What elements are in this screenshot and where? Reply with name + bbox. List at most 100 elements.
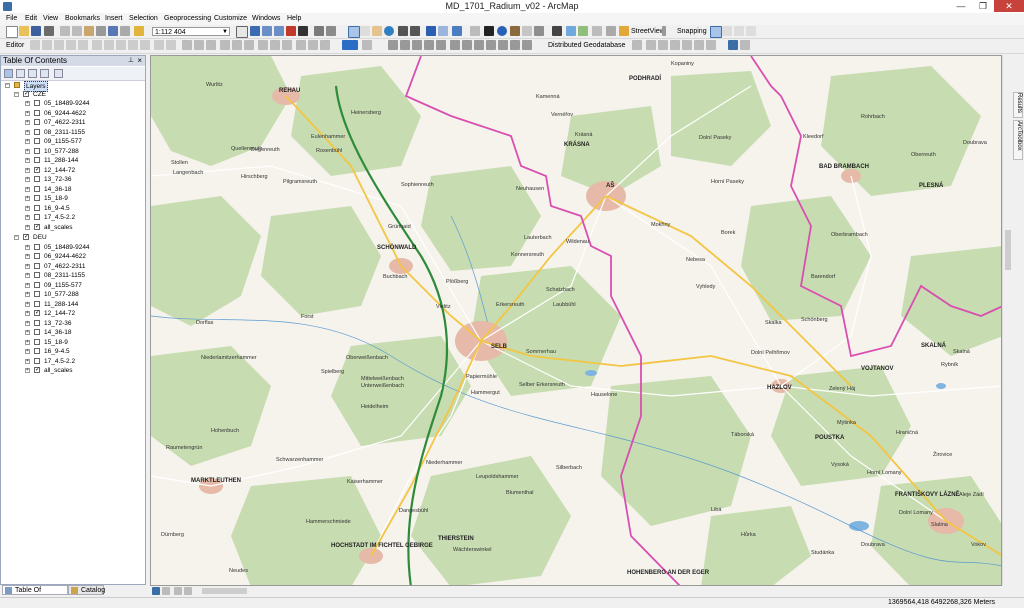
- expand-icon[interactable]: +: [25, 245, 30, 250]
- menu-customize[interactable]: Customize: [214, 15, 247, 22]
- layer-checkbox[interactable]: [34, 157, 40, 163]
- full-extent-globe-icon[interactable]: [384, 26, 394, 36]
- layer-checkbox[interactable]: [34, 176, 40, 182]
- data-view-icon[interactable]: [152, 587, 160, 595]
- add-data-icon[interactable]: [134, 26, 144, 36]
- edge-snapping-icon[interactable]: [746, 26, 756, 36]
- scroll-thumb[interactable]: [202, 588, 247, 594]
- open-folder-icon[interactable]: [19, 26, 29, 36]
- pan-hand-icon[interactable]: [372, 26, 382, 36]
- edit-tool-icon[interactable]: [30, 40, 40, 50]
- expand-icon[interactable]: +: [25, 177, 30, 182]
- pin-icon[interactable]: ⊥: [128, 56, 134, 66]
- cut-polygons-icon[interactable]: [116, 40, 126, 50]
- layer-checkbox[interactable]: [34, 358, 40, 364]
- cut-icon[interactable]: [60, 26, 70, 36]
- menu-edit[interactable]: Edit: [25, 15, 37, 22]
- fixed-zoom-out-icon[interactable]: [410, 26, 420, 36]
- forward-extent-icon[interactable]: [438, 26, 448, 36]
- arctoolbox-icon[interactable]: [286, 26, 296, 36]
- map-vertical-scrollbar[interactable]: [1002, 55, 1013, 586]
- collapse-icon[interactable]: −: [5, 83, 10, 88]
- expand-icon[interactable]: +: [25, 225, 30, 230]
- scroll-thumb[interactable]: [1005, 230, 1011, 270]
- layer-checkbox[interactable]: [34, 195, 40, 201]
- fixed-zoom-icon[interactable]: [326, 26, 336, 36]
- close-icon[interactable]: ×: [137, 56, 142, 66]
- measure-icon[interactable]: [534, 26, 544, 36]
- sketch-properties-icon[interactable]: [166, 40, 176, 50]
- select-features-icon[interactable]: [452, 26, 462, 36]
- layer-checkbox[interactable]: [34, 263, 40, 269]
- find-route-icon[interactable]: [566, 26, 576, 36]
- python-window-icon[interactable]: [298, 26, 308, 36]
- expand-icon[interactable]: +: [25, 168, 30, 173]
- replica-tool-7-icon[interactable]: [706, 40, 716, 50]
- save-icon[interactable]: [31, 26, 41, 36]
- expand-icon[interactable]: +: [25, 111, 30, 116]
- font-color-icon[interactable]: [220, 40, 230, 50]
- refresh-icon[interactable]: [174, 587, 182, 595]
- layer-checkbox[interactable]: [34, 329, 40, 335]
- expand-icon[interactable]: +: [25, 330, 30, 335]
- georef-tool-5-icon[interactable]: [436, 40, 446, 50]
- straight-segment-icon[interactable]: [54, 40, 64, 50]
- expand-icon[interactable]: +: [25, 368, 30, 373]
- editor-dropdown[interactable]: Editor: [6, 41, 24, 50]
- fixed-zoom-in-icon[interactable]: [398, 26, 408, 36]
- expand-icon[interactable]: +: [25, 321, 30, 326]
- tab-catalog[interactable]: Catalog: [68, 585, 105, 595]
- map-view[interactable]: REHAU SCHÖNWALD SELB AŠ KRÁSNA HAZLOV MA…: [150, 55, 1002, 586]
- layer-checkbox[interactable]: [34, 148, 40, 154]
- zoom-out-icon[interactable]: [360, 26, 370, 36]
- layer-checkbox-checked[interactable]: ✓: [34, 224, 40, 230]
- collapse-icon[interactable]: −: [14, 235, 19, 240]
- new-document-icon[interactable]: [6, 26, 18, 38]
- expand-icon[interactable]: +: [25, 120, 30, 125]
- layer-checkbox[interactable]: [34, 291, 40, 297]
- menu-selection[interactable]: Selection: [129, 15, 158, 22]
- georef-tool-9-icon[interactable]: [486, 40, 496, 50]
- map-horizontal-scrollbar[interactable]: [150, 586, 1002, 596]
- expand-icon[interactable]: +: [25, 254, 30, 259]
- replica-tool-3-icon[interactable]: [658, 40, 668, 50]
- create-viewer-icon[interactable]: [606, 26, 616, 36]
- group-checkbox[interactable]: ✓: [23, 91, 29, 97]
- back-extent-icon[interactable]: [426, 26, 436, 36]
- expand-icon[interactable]: +: [25, 302, 30, 307]
- fill-color-icon[interactable]: [232, 40, 242, 50]
- tab-arctoolbox[interactable]: ArcToolbox: [1013, 120, 1023, 160]
- bold-icon[interactable]: [258, 40, 268, 50]
- pause-drawing-icon[interactable]: [184, 587, 192, 595]
- replica-tool-4-icon[interactable]: [670, 40, 680, 50]
- layer-checkbox[interactable]: [34, 244, 40, 250]
- expand-icon[interactable]: +: [25, 139, 30, 144]
- vertex-snapping-icon[interactable]: [734, 26, 744, 36]
- align-left-icon[interactable]: [296, 40, 306, 50]
- georef-tool-7-icon[interactable]: [462, 40, 472, 50]
- expand-icon[interactable]: +: [25, 349, 30, 354]
- georef-tool-2-icon[interactable]: [400, 40, 410, 50]
- expand-icon[interactable]: +: [25, 340, 30, 345]
- list-by-visibility-icon[interactable]: [28, 69, 37, 78]
- align-center-icon[interactable]: [308, 40, 318, 50]
- georef-tool-3-icon[interactable]: [412, 40, 422, 50]
- expand-icon[interactable]: +: [25, 196, 30, 201]
- close-button[interactable]: ✕: [994, 0, 1024, 12]
- layer-checkbox[interactable]: [34, 110, 40, 116]
- expand-icon[interactable]: +: [25, 130, 30, 135]
- fill-color-swatch[interactable]: [342, 40, 358, 50]
- expand-icon[interactable]: +: [25, 264, 30, 269]
- georef-tool-10-icon[interactable]: [498, 40, 508, 50]
- menu-insert[interactable]: Insert: [105, 15, 123, 22]
- menu-geoprocessing[interactable]: Geoprocessing: [164, 15, 211, 22]
- layer-checkbox[interactable]: [34, 272, 40, 278]
- editor-toolbar-icon[interactable]: [236, 26, 248, 38]
- draw-rectangle-icon[interactable]: [182, 40, 192, 50]
- expand-icon[interactable]: +: [25, 283, 30, 288]
- replica-tool-5-icon[interactable]: [682, 40, 692, 50]
- streetview-icon[interactable]: [619, 26, 629, 36]
- georef-tool-8-icon[interactable]: [474, 40, 484, 50]
- edit-annotation-icon[interactable]: [42, 40, 52, 50]
- georef-tool-6-icon[interactable]: [450, 40, 460, 50]
